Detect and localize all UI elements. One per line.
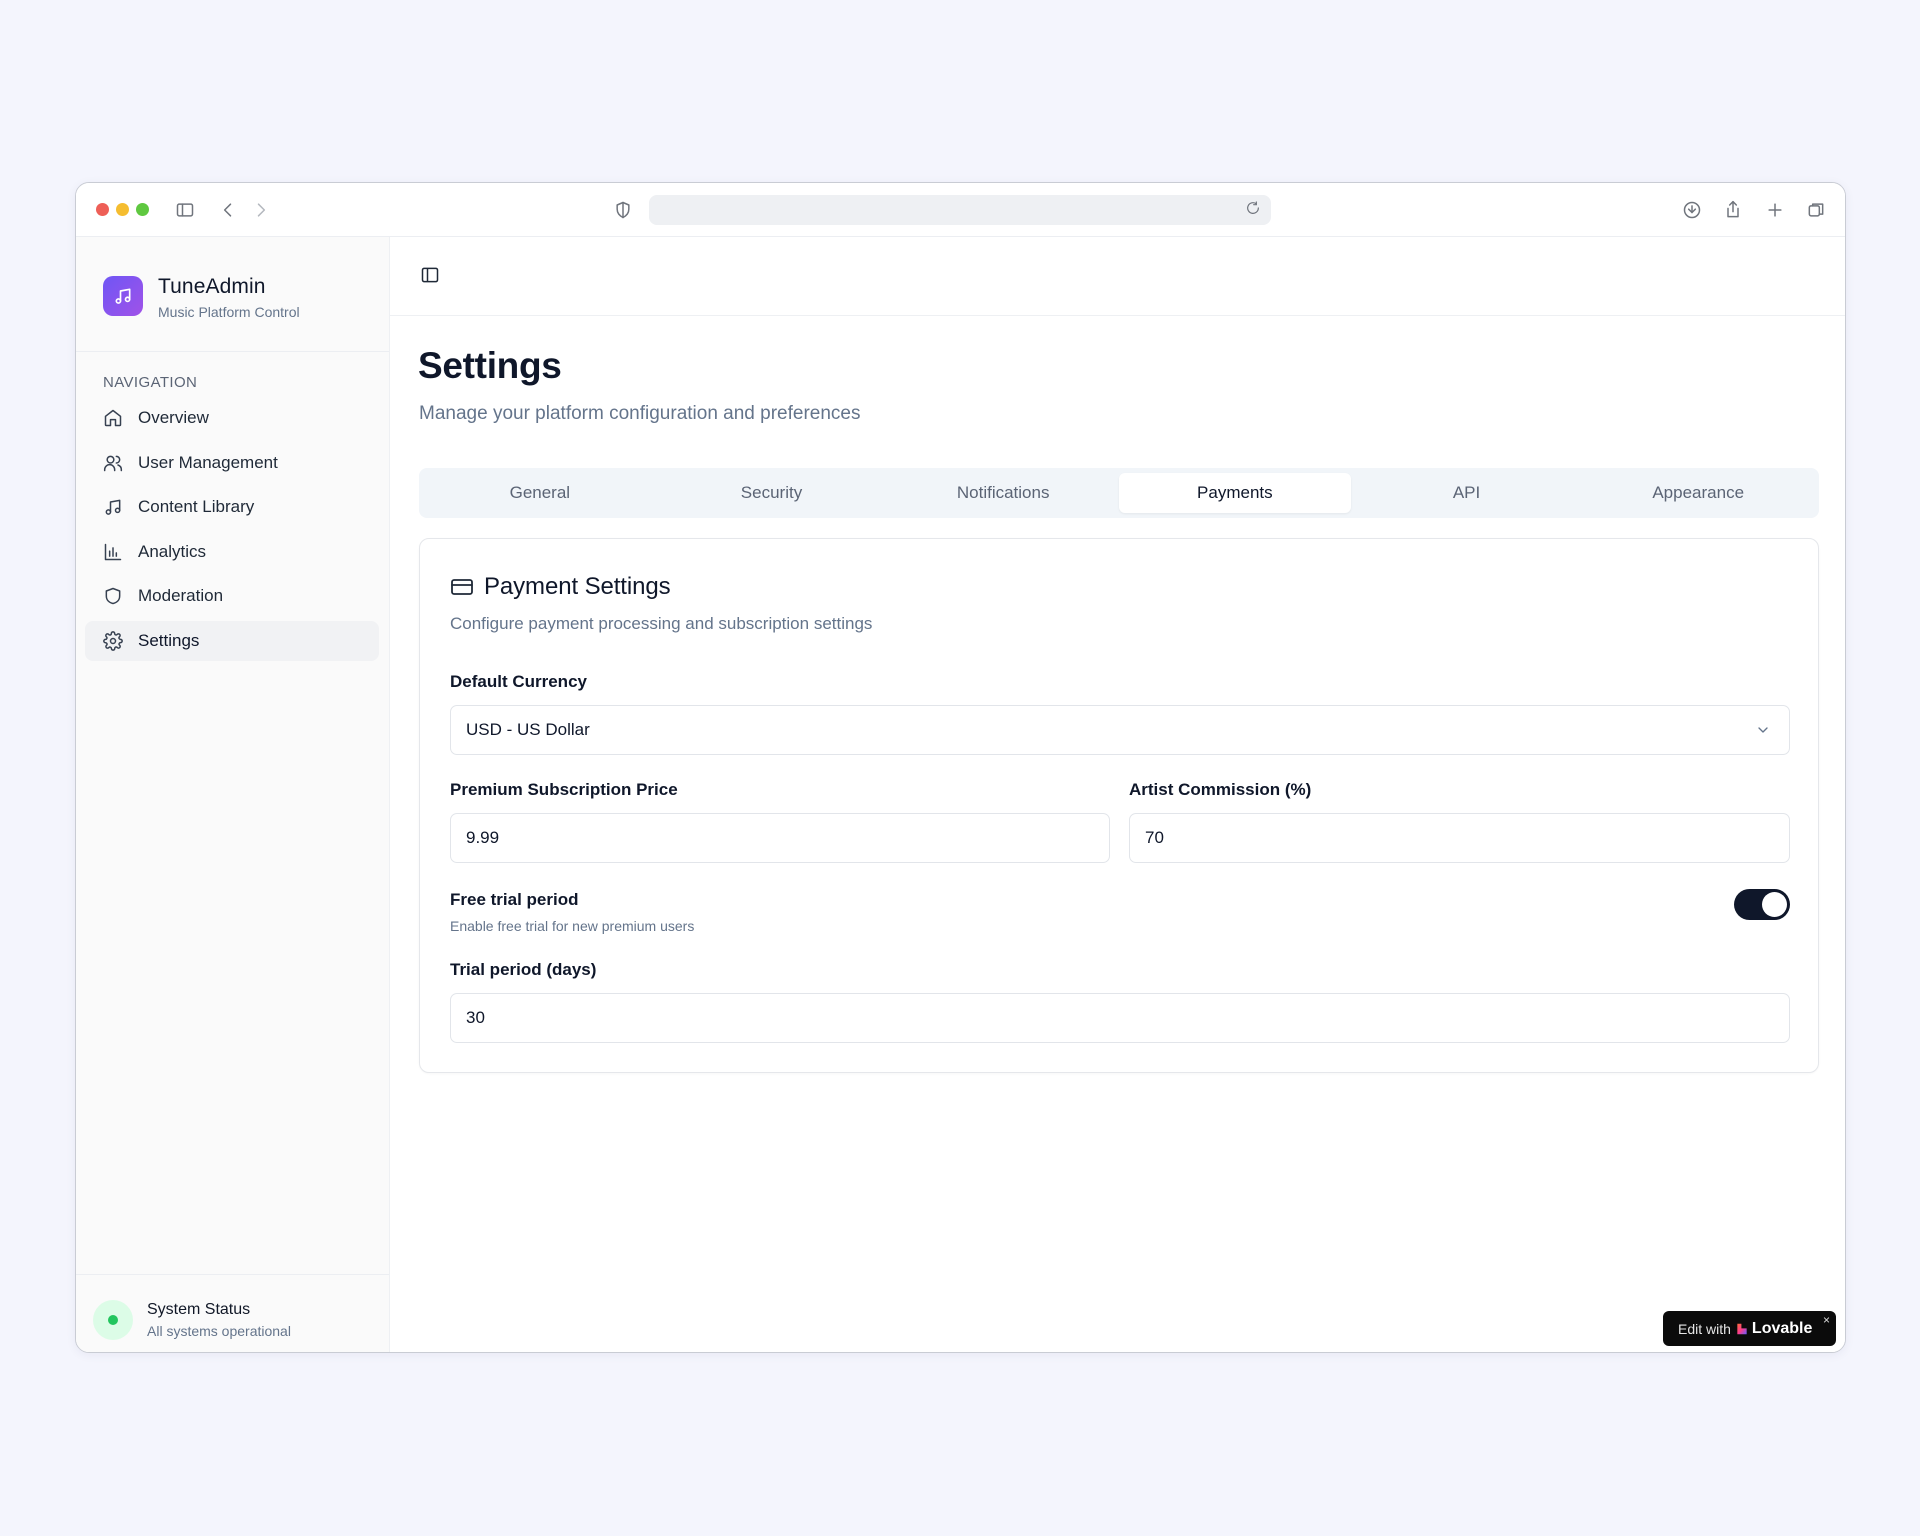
gear-icon (103, 630, 123, 651)
download-icon[interactable] (1679, 197, 1705, 223)
main-content: Settings Manage your platform configurat… (390, 237, 1845, 1352)
commission-input[interactable] (1145, 828, 1789, 848)
tab-payments[interactable]: Payments (1119, 473, 1351, 513)
badge-brand: Lovable (1751, 1319, 1813, 1337)
free-trial-title: Free trial period (450, 890, 579, 909)
divider (76, 351, 389, 352)
sidebar-item-overview[interactable]: Overview (85, 398, 379, 438)
tab-appearance[interactable]: Appearance (1582, 473, 1814, 513)
chevron-down-icon (1755, 722, 1773, 740)
panel-toggle-icon[interactable] (420, 265, 442, 287)
reload-icon[interactable] (1245, 200, 1265, 220)
status-indicator (93, 1300, 133, 1340)
tab-notifications[interactable]: Notifications (887, 473, 1119, 513)
currency-value: USD - US Dollar (466, 720, 590, 739)
bar-chart-icon (104, 543, 122, 560)
sidebar-item-label: Moderation (138, 586, 224, 605)
page-title: Settings (418, 345, 562, 386)
payment-settings-card: Payment Settings Configure payment proce… (419, 538, 1819, 1073)
privacy-shield-icon[interactable] (610, 197, 636, 223)
users-icon (103, 455, 123, 471)
status-title: System Status (147, 1301, 251, 1318)
new-tab-icon[interactable] (1762, 197, 1788, 223)
commission-field[interactable] (1129, 813, 1790, 863)
shield-icon (105, 587, 121, 605)
minimize-window-button[interactable] (116, 203, 129, 216)
sidebar-item-content-library[interactable]: Content Library (85, 487, 379, 527)
currency-label: Default Currency (450, 672, 587, 691)
free-trial-toggle[interactable] (1734, 889, 1790, 920)
card-title-text: Payment Settings (484, 573, 671, 600)
status-subtitle: All systems operational (147, 1323, 291, 1339)
sidebar-item-settings[interactable]: Settings (85, 620, 379, 661)
sidebar-item-label: Content Library (138, 497, 255, 516)
commission-label: Artist Commission (%) (1129, 780, 1312, 799)
sidebar-nav: Overview User Management Content Library… (85, 398, 379, 665)
credit-card-icon (451, 579, 473, 595)
toggle-knob (1762, 892, 1787, 917)
share-icon[interactable] (1720, 197, 1746, 223)
tab-overview-icon[interactable] (1803, 197, 1829, 223)
status-dot-icon (108, 1315, 118, 1325)
trial-days-input[interactable] (466, 1008, 1789, 1028)
close-icon[interactable]: × (1823, 1314, 1830, 1326)
card-title: Payment Settings (450, 573, 671, 601)
sidebar-item-label: Overview (138, 408, 209, 427)
close-window-button[interactable] (96, 203, 109, 216)
tab-security[interactable]: Security (656, 473, 888, 513)
browser-window: TuneAdmin Music Platform Control NAVIGAT… (75, 182, 1846, 1353)
tab-api[interactable]: API (1351, 473, 1583, 513)
trial-days-label: Trial period (days) (450, 960, 597, 979)
card-description: Configure payment processing and subscri… (450, 614, 873, 633)
sidebar-item-moderation[interactable]: Moderation (85, 576, 379, 616)
zoom-window-button[interactable] (136, 203, 149, 216)
trial-days-field[interactable] (450, 993, 1790, 1043)
address-bar[interactable] (649, 195, 1271, 225)
currency-select[interactable]: USD - US Dollar (450, 705, 1790, 755)
sidebar-item-user-management[interactable]: User Management (85, 443, 379, 483)
brand[interactable]: TuneAdmin Music Platform Control (103, 275, 300, 320)
app-tagline: Music Platform Control (158, 304, 300, 320)
premium-price-input[interactable] (466, 828, 1109, 848)
top-bar (390, 237, 1845, 316)
premium-price-field[interactable] (450, 813, 1110, 863)
free-trial-description: Enable free trial for new premium users (450, 918, 695, 934)
sidebar: TuneAdmin Music Platform Control NAVIGAT… (76, 237, 390, 1352)
premium-price-label: Premium Subscription Price (450, 780, 678, 799)
sidebar-toggle-icon[interactable] (172, 197, 198, 223)
app-name: TuneAdmin (158, 275, 266, 298)
divider (76, 1274, 389, 1275)
badge-prefix: Edit with (1678, 1320, 1731, 1337)
home-icon (104, 409, 122, 427)
browser-toolbar (76, 183, 1845, 237)
sidebar-item-label: User Management (138, 452, 278, 472)
music-logo-icon (103, 276, 143, 316)
lovable-heart-icon (1737, 1323, 1747, 1334)
back-icon[interactable] (215, 197, 241, 223)
settings-tabs: General Security Notifications Payments … (419, 468, 1819, 518)
tab-general[interactable]: General (424, 473, 656, 513)
sidebar-item-label: Analytics (138, 541, 207, 561)
forward-icon[interactable] (248, 197, 274, 223)
sidebar-item-label: Settings (138, 630, 200, 650)
page-subtitle: Manage your platform configuration and p… (419, 403, 861, 424)
sidebar-item-analytics[interactable]: Analytics (85, 532, 379, 572)
system-status: System Status All systems operational (93, 1300, 291, 1340)
edit-with-lovable-badge[interactable]: Edit with Lovable × (1663, 1311, 1836, 1346)
nav-heading: NAVIGATION (103, 374, 198, 391)
music-note-icon (105, 499, 121, 515)
